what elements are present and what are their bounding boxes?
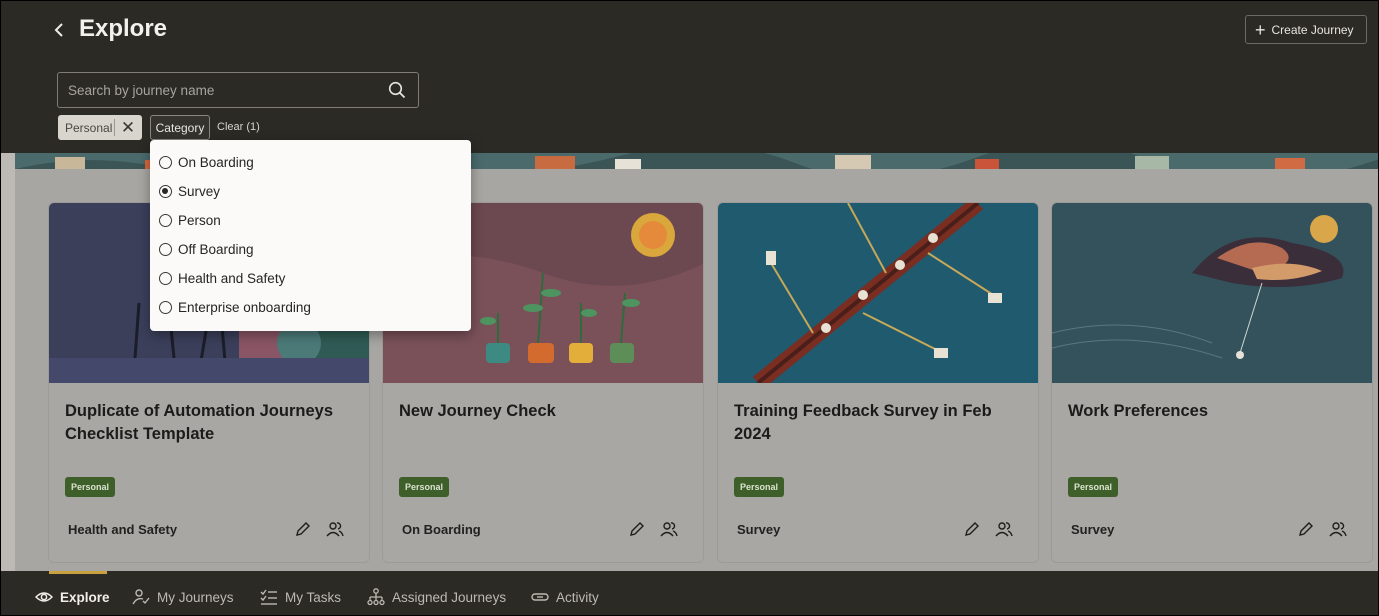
nav-explore[interactable]: Explore <box>35 588 110 606</box>
personal-badge: Personal <box>1068 477 1119 497</box>
checklist-icon <box>260 589 277 605</box>
people-icon[interactable] <box>1329 520 1347 538</box>
card-title: Work Preferences <box>1068 402 1209 420</box>
search-box <box>57 72 419 108</box>
personal-badge: Personal <box>734 477 785 497</box>
app-window: Explore + Create Journey Personal ✕ Cate… <box>0 0 1379 616</box>
category-option[interactable]: Person <box>150 206 471 235</box>
left-edge <box>1 153 15 571</box>
radio-icon <box>159 272 172 285</box>
plus-icon: + <box>1255 19 1266 40</box>
filter-chip-personal: Personal ✕ <box>58 115 142 140</box>
card-illustration <box>1052 203 1372 383</box>
back-button[interactable] <box>47 17 71 43</box>
create-journey-label: Create Journey <box>1271 22 1354 37</box>
radio-icon <box>159 301 172 314</box>
create-journey-button[interactable]: + Create Journey <box>1245 15 1367 44</box>
radio-icon <box>159 214 172 227</box>
card-category: Health and Safety <box>68 522 178 537</box>
journey-card[interactable]: Work Preferences Personal Survey <box>1051 202 1373 563</box>
bottom-nav: Explore My Journeys My Tasks Assigned Jo… <box>15 571 1378 615</box>
radio-icon <box>159 156 172 169</box>
pencil-icon[interactable] <box>628 520 646 538</box>
nav-my-journeys[interactable]: My Journeys <box>132 588 234 606</box>
category-option[interactable]: On Boarding <box>150 148 471 177</box>
people-icon[interactable] <box>660 520 678 538</box>
card-category: Survey <box>737 522 781 537</box>
personal-badge: Personal <box>65 477 116 497</box>
category-dropdown: On Boarding Survey Person Off Boarding H… <box>150 140 471 331</box>
clear-filters-link[interactable]: Clear (1) <box>217 121 260 133</box>
personal-badge: Personal <box>399 477 450 497</box>
category-option[interactable]: Off Boarding <box>150 235 471 264</box>
card-title: New Journey Check <box>399 402 556 420</box>
page-title: Explore <box>79 15 168 42</box>
pencil-icon[interactable] <box>294 520 312 538</box>
category-filter-button[interactable]: Category <box>150 115 210 140</box>
people-icon[interactable] <box>995 520 1013 538</box>
active-tab-indicator <box>49 571 107 574</box>
search-input[interactable] <box>58 73 378 107</box>
nav-activity[interactable]: Activity <box>531 588 599 606</box>
card-illustration <box>718 203 1038 383</box>
card-title: Training Feedback Survey in Feb 2024 <box>734 402 992 443</box>
people-icon[interactable] <box>326 520 344 538</box>
person-check-icon <box>132 589 150 605</box>
nav-assigned-journeys[interactable]: Assigned Journeys <box>367 588 506 606</box>
pencil-icon[interactable] <box>963 520 981 538</box>
remove-filter-icon[interactable]: ✕ <box>115 118 141 138</box>
category-option[interactable]: Health and Safety <box>150 264 471 293</box>
link-icon <box>531 593 549 601</box>
eye-icon <box>35 592 53 602</box>
chevron-left-icon <box>54 23 63 37</box>
pencil-icon[interactable] <box>1297 520 1315 538</box>
journey-card[interactable]: Training Feedback Survey in Feb 2024 Per… <box>717 202 1039 563</box>
org-chart-icon <box>367 588 385 606</box>
radio-icon <box>159 243 172 256</box>
radio-selected-icon <box>159 185 172 198</box>
nav-my-tasks[interactable]: My Tasks <box>260 588 341 606</box>
card-category: On Boarding <box>402 522 481 537</box>
search-icon[interactable] <box>388 81 406 99</box>
card-title: Duplicate of Automation Journeys Checkli… <box>65 402 333 443</box>
filter-chip-label: Personal <box>65 120 113 135</box>
category-option[interactable]: Enterprise onboarding <box>150 293 471 322</box>
category-option[interactable]: Survey <box>150 177 471 206</box>
card-category: Survey <box>1071 522 1115 537</box>
